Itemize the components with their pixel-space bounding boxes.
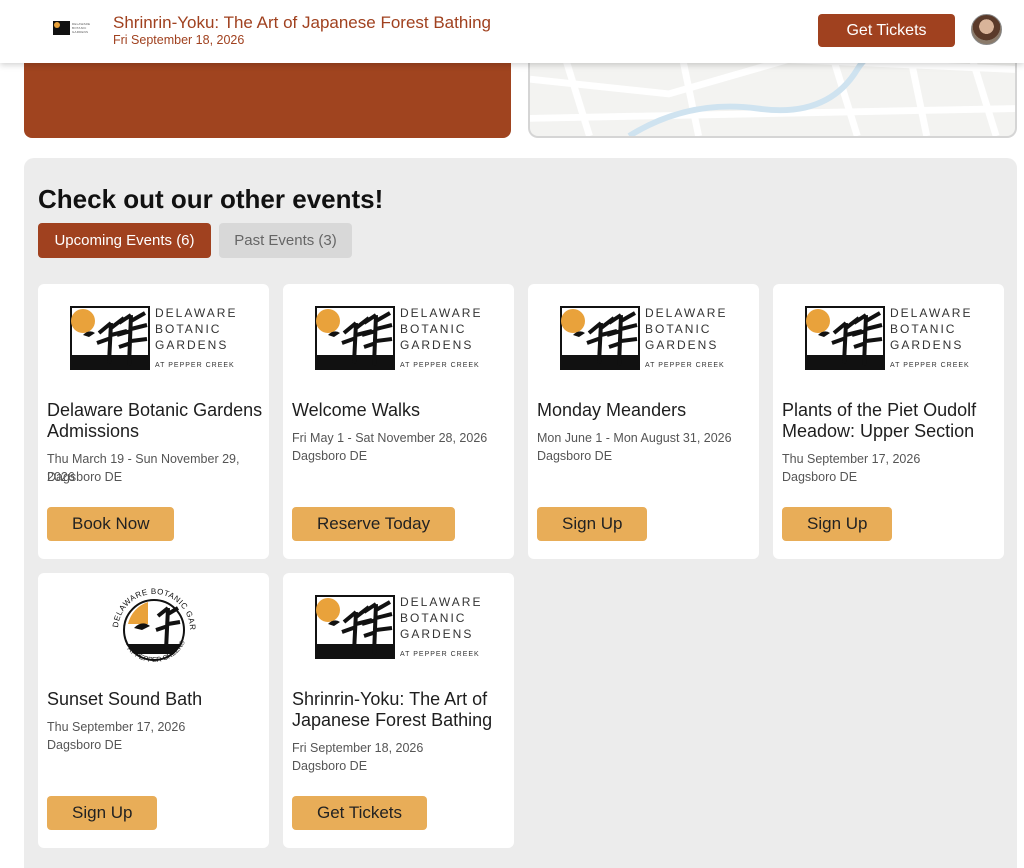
event-card-location: Dagsboro DE	[47, 738, 123, 752]
delaware-botanic-gardens-logo: DELAWARE BOTANIC GARDENS AT PEPPER CREEK	[559, 306, 727, 370]
event-card[interactable]: DELAWARE BOTANIC GARDENS AT PEPPER CREEK…	[528, 284, 759, 559]
svg-text:GARDENS: GARDENS	[155, 338, 228, 352]
event-card-logo: DELAWARE BOTANIC GARDENS AT PEPPER CREEK…	[38, 582, 269, 667]
event-card-dates: Mon June 1 - Mon August 31, 2026	[537, 431, 732, 445]
event-card[interactable]: DELAWARE BOTANIC GARDENS AT PEPPER CREEK…	[283, 284, 514, 559]
svg-text:AT PEPPER CREEK: AT PEPPER CREEK	[400, 362, 480, 369]
event-card-location: Dagsboro DE	[782, 470, 858, 484]
delaware-botanic-gardens-logo: DELAWARE BOTANIC GARDENS AT PEPPER CREEK	[804, 306, 972, 370]
header-event-title: Shrinrin-Yoku: The Art of Japanese Fores…	[113, 13, 492, 32]
event-card-location: Dagsboro DE	[537, 449, 613, 463]
event-card-logo: DELAWARE BOTANIC GARDENS AT PEPPER CREEK	[528, 298, 759, 378]
header-logo[interactable]: DELAWARE BOTANIC GARDENS	[53, 19, 93, 37]
event-card-logo: DELAWARE BOTANIC GARDENS AT PEPPER CREEK	[283, 298, 514, 378]
header-event-date: Fri September 18, 2026	[113, 33, 245, 47]
svg-text:AT PEPPER CREEK: AT PEPPER CREEK	[400, 651, 480, 658]
header-get-tickets-button[interactable]: Get Tickets	[818, 14, 955, 47]
delaware-botanic-gardens-round-logo: DELAWARE BOTANIC GARDENS AT PEPPER CREEK…	[104, 582, 197, 664]
event-card[interactable]: DELAWARE BOTANIC GARDENS AT PEPPER CREEK…	[38, 573, 269, 848]
tab-past-events[interactable]: Past Events (3)	[219, 223, 352, 258]
svg-text:AT PEPPER CREEK: AT PEPPER CREEK	[155, 362, 235, 369]
event-card-location: Dagsboro DE	[47, 470, 123, 484]
delaware-botanic-gardens-logo: DELAWARE BOTANIC GARDENS AT PEPPER CREEK	[69, 306, 237, 370]
event-card-dates: Fri May 1 - Sat November 28, 2026	[292, 431, 488, 445]
event-card-title[interactable]: Shrinrin-Yoku: The Art of Japanese Fores…	[292, 689, 508, 731]
logo-image-icon	[53, 21, 70, 35]
header-logo-text: DELAWARE BOTANIC GARDENS	[72, 22, 91, 34]
event-card[interactable]: DELAWARE BOTANIC GARDENS AT PEPPER CREEK…	[283, 573, 514, 848]
event-card-cta-button[interactable]: Sign Up	[47, 796, 158, 830]
user-avatar[interactable]	[971, 14, 1002, 45]
event-card-title[interactable]: Delaware Botanic Gardens Admissions	[47, 400, 263, 442]
event-card[interactable]: DELAWARE BOTANIC GARDENS AT PEPPER CREEK…	[38, 284, 269, 559]
event-card-location: Dagsboro DE	[292, 449, 368, 463]
event-card-logo: DELAWARE BOTANIC GARDENS AT PEPPER CREEK	[773, 298, 1004, 378]
tab-upcoming-events[interactable]: Upcoming Events (6)	[38, 223, 211, 258]
svg-text:DELAWARE: DELAWARE	[645, 306, 727, 320]
svg-text:BOTANIC: BOTANIC	[890, 322, 956, 336]
event-card-dates: Fri September 18, 2026	[292, 741, 424, 755]
event-card-logo: DELAWARE BOTANIC GARDENS AT PEPPER CREEK	[38, 298, 269, 378]
event-card-cta-button[interactable]: Reserve Today	[292, 507, 456, 541]
event-card-title[interactable]: Welcome Walks	[292, 400, 508, 421]
delaware-botanic-gardens-logo: DELAWARE BOTANIC GARDENS AT PEPPER CREEK	[314, 306, 482, 370]
svg-text:DELAWARE: DELAWARE	[155, 306, 237, 320]
svg-text:GARDENS: GARDENS	[890, 338, 963, 352]
top-header: DELAWARE BOTANIC GARDENS Shrinrin-Yoku: …	[0, 0, 1024, 63]
event-card-dates: Thu September 17, 2026	[782, 452, 921, 466]
svg-text:BOTANIC: BOTANIC	[645, 322, 711, 336]
svg-text:GARDENS: GARDENS	[400, 627, 473, 641]
svg-text:BOTANIC: BOTANIC	[155, 322, 221, 336]
event-card-cta-button[interactable]: Sign Up	[537, 507, 648, 541]
svg-text:BOTANIC: BOTANIC	[400, 322, 466, 336]
event-card[interactable]: DELAWARE BOTANIC GARDENS AT PEPPER CREEK…	[773, 284, 1004, 559]
svg-text:DELAWARE: DELAWARE	[400, 595, 482, 609]
event-card-logo: DELAWARE BOTANIC GARDENS AT PEPPER CREEK	[283, 587, 514, 667]
other-events-panel: Check out our other events! Upcoming Eve…	[24, 158, 1017, 868]
svg-text:AT PEPPER CREEK: AT PEPPER CREEK	[890, 362, 970, 369]
svg-text:AT PEPPER CREEK: AT PEPPER CREEK	[645, 362, 725, 369]
event-card-title[interactable]: Plants of the Piet Oudolf Meadow: Upper …	[782, 400, 998, 442]
event-card-cta-button[interactable]: Book Now	[47, 507, 175, 541]
event-card-dates: Thu September 17, 2026	[47, 720, 186, 734]
svg-text:DELAWARE: DELAWARE	[890, 306, 972, 320]
event-card-cta-button[interactable]: Sign Up	[782, 507, 893, 541]
event-card-title[interactable]: Sunset Sound Bath	[47, 689, 263, 710]
event-card-cta-button[interactable]: Get Tickets	[292, 796, 428, 830]
event-card-title[interactable]: Monday Meanders	[537, 400, 753, 421]
svg-text:GARDENS: GARDENS	[400, 338, 473, 352]
svg-text:GARDENS: GARDENS	[645, 338, 718, 352]
svg-text:BOTANIC: BOTANIC	[400, 611, 466, 625]
other-events-title: Check out our other events!	[38, 184, 384, 214]
svg-text:DELAWARE: DELAWARE	[400, 306, 482, 320]
delaware-botanic-gardens-logo: DELAWARE BOTANIC GARDENS AT PEPPER CREEK	[314, 595, 482, 659]
event-card-location: Dagsboro DE	[292, 759, 368, 773]
